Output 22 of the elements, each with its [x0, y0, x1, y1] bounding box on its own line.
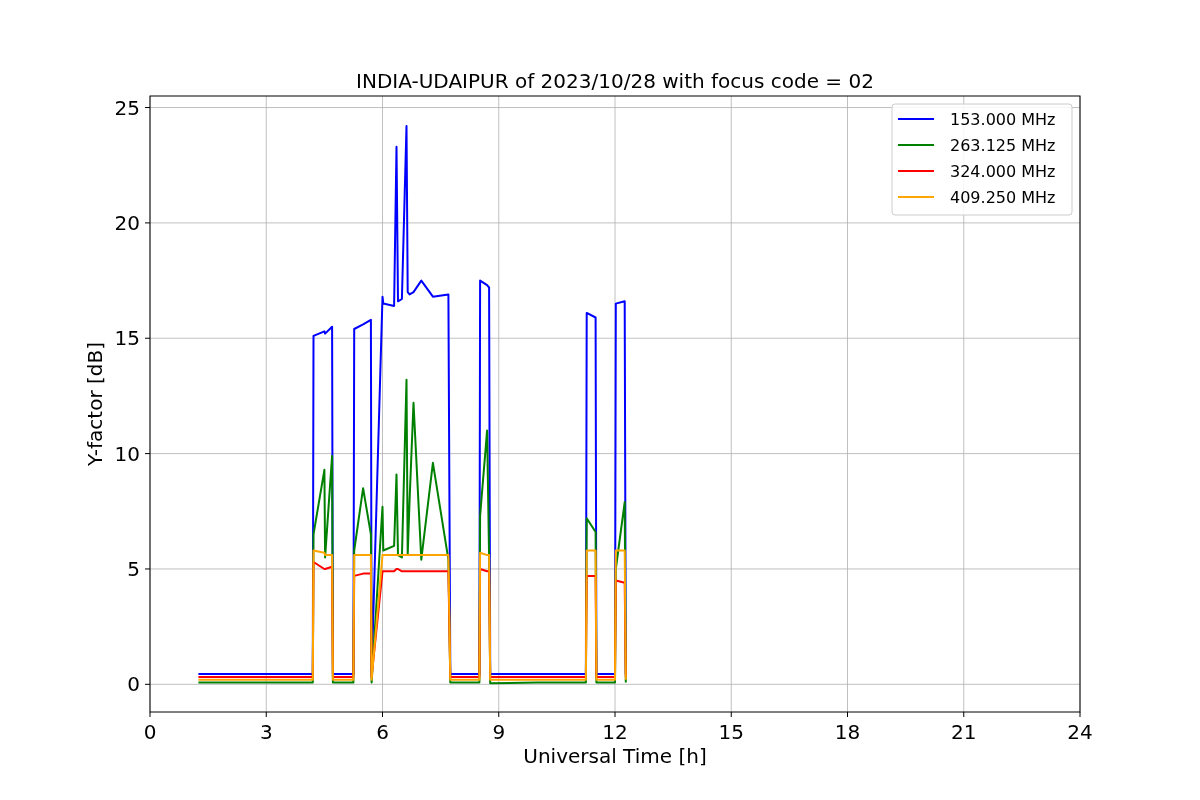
tick-label: 12 [602, 720, 628, 744]
tick-label: 18 [834, 720, 861, 744]
y-axis-label: Y-factor [dB] [83, 342, 107, 466]
chart-title: INDIA-UDAIPUR of 2023/10/28 with focus code = 02 [356, 69, 874, 93]
tick-label: 5 [127, 556, 140, 581]
tick-label: 10 [114, 441, 140, 466]
tick-label: 6 [376, 720, 389, 744]
tick-label: 9 [492, 720, 506, 744]
legend-label: 409.250 MHz [950, 188, 1056, 207]
tick-label: 15 [114, 326, 140, 351]
tick-label: 0 [143, 720, 157, 744]
tick-label: 3 [259, 720, 273, 744]
legend-label: 263.125 MHz [950, 136, 1056, 155]
tick-label: 25 [114, 95, 140, 120]
legend-label: 153.000 MHz [950, 110, 1056, 129]
tick-label: 21 [951, 720, 977, 744]
legend-label: 324.000 MHz [950, 162, 1056, 181]
tick-label: 0 [127, 672, 140, 697]
tick-label: 20 [114, 210, 140, 235]
tick-label: 24 [1067, 720, 1093, 744]
x-axis-label: Universal Time [h] [523, 744, 707, 768]
tick-label: 15 [718, 720, 744, 744]
